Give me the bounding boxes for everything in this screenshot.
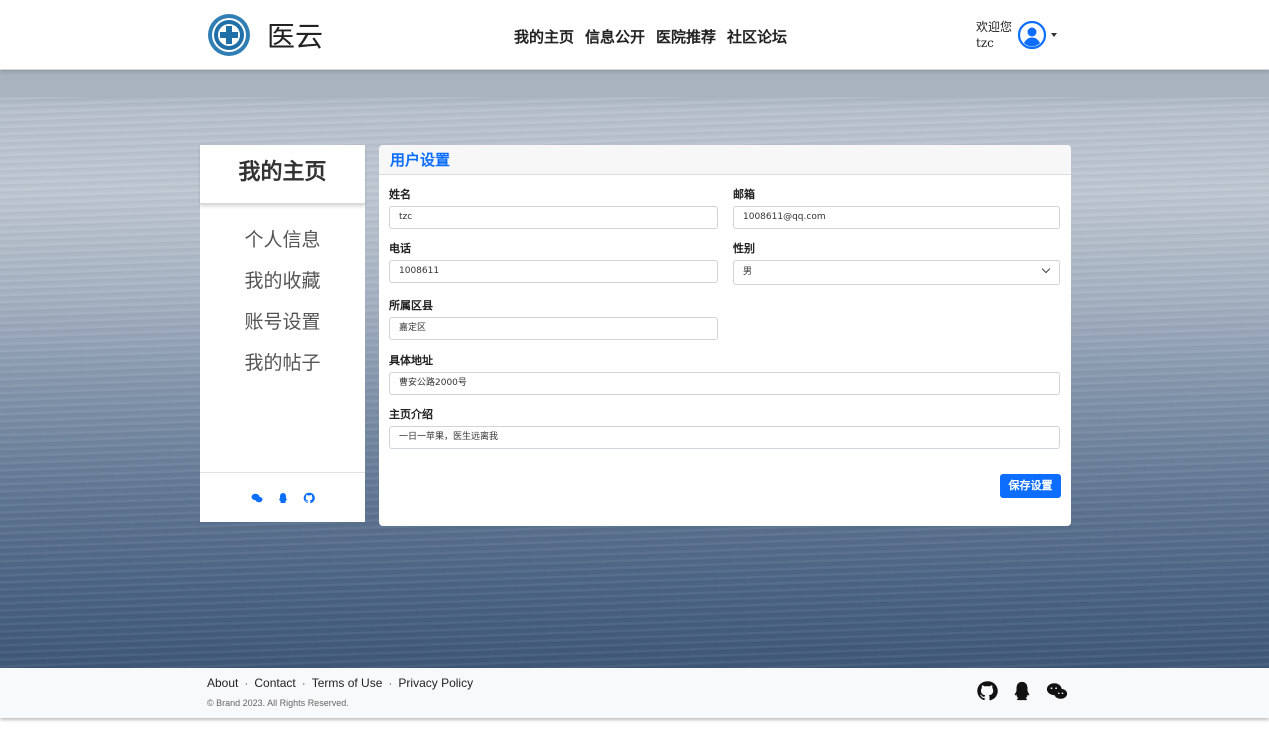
welcome-greeting: 欢迎您 (976, 20, 1013, 34)
github-icon[interactable] (303, 492, 315, 504)
qq-icon[interactable] (1011, 680, 1033, 702)
welcome-text: 欢迎您 tzc (976, 19, 1012, 51)
address-field-group: 具体地址 曹安公路2000号 (389, 352, 1060, 395)
wechat-icon[interactable] (251, 492, 263, 504)
wechat-icon[interactable] (1046, 680, 1068, 702)
chevron-down-icon (1041, 264, 1051, 274)
footer-link-terms[interactable]: Terms of Use (312, 676, 383, 690)
sidebar-item-my-posts[interactable]: 我的帖子 (200, 346, 365, 387)
user-avatar-icon[interactable] (1018, 21, 1046, 49)
sidebar: 我的主页 个人信息 我的收藏 账号设置 我的帖子 (200, 145, 365, 522)
email-input[interactable]: 1008611@qq.com (733, 206, 1060, 229)
gender-label: 性别 (733, 242, 755, 255)
phone-field-group: 电话 1008611 (389, 240, 718, 283)
name-label: 姓名 (389, 188, 411, 201)
nav-item-hospitals[interactable]: 医院推荐 (656, 26, 716, 47)
user-settings-panel: 用户设置 姓名 tzc 邮箱 1008611@qq.com 电话 1008611… (379, 145, 1071, 526)
email-field-group: 邮箱 1008611@qq.com (733, 186, 1060, 229)
gender-selected-value: 男 (743, 267, 753, 277)
nav-item-info[interactable]: 信息公开 (585, 26, 645, 47)
name-input[interactable]: tzc (389, 206, 718, 229)
panel-title: 用户设置 (379, 145, 1071, 175)
welcome-username: tzc (976, 36, 994, 50)
footer-social-icons (976, 680, 1068, 702)
footer-separator: · (301, 676, 306, 690)
sidebar-title: 我的主页 (200, 145, 365, 205)
gender-select[interactable]: 男 (733, 260, 1060, 285)
footer-links: About · Contact · Terms of Use · Privacy… (207, 676, 473, 690)
phone-label: 电话 (389, 242, 411, 255)
brand-logo[interactable]: 医云 (207, 13, 323, 57)
district-label: 所属区县 (389, 299, 433, 312)
footer-separator: · (388, 676, 393, 690)
sidebar-menu: 个人信息 我的收藏 账号设置 我的帖子 (200, 223, 365, 387)
nav-item-forum[interactable]: 社区论坛 (727, 26, 787, 47)
district-input[interactable]: 嘉定区 (389, 317, 718, 340)
intro-field-group: 主页介绍 一日一苹果，医生远离我 (389, 406, 1060, 449)
name-field-group: 姓名 tzc (389, 186, 718, 229)
qq-icon[interactable] (277, 492, 289, 504)
page-footer: About · Contact · Terms of Use · Privacy… (0, 668, 1269, 718)
address-label: 具体地址 (389, 354, 433, 367)
footer-link-about[interactable]: About (207, 676, 238, 690)
nav-item-home[interactable]: 我的主页 (514, 26, 574, 47)
github-icon[interactable] (976, 680, 998, 702)
address-input[interactable]: 曹安公路2000号 (389, 372, 1060, 395)
phone-input[interactable]: 1008611 (389, 260, 718, 283)
main-nav: 我的主页 信息公开 医院推荐 社区论坛 (514, 26, 787, 47)
sidebar-item-profile[interactable]: 个人信息 (200, 223, 365, 264)
sidebar-item-favorites[interactable]: 我的收藏 (200, 264, 365, 305)
sidebar-item-account-settings[interactable]: 账号设置 (200, 305, 365, 346)
intro-input[interactable]: 一日一苹果，医生远离我 (389, 426, 1060, 449)
intro-label: 主页介绍 (389, 408, 433, 421)
gender-field-group: 性别 男 (733, 240, 1060, 285)
user-dropdown-caret-icon[interactable] (1051, 33, 1057, 37)
sidebar-social-links (200, 472, 365, 522)
save-settings-button[interactable]: 保存设置 (1000, 474, 1061, 498)
top-navbar: 医云 我的主页 信息公开 医院推荐 社区论坛 欢迎您 tzc (0, 0, 1269, 70)
email-label: 邮箱 (733, 188, 755, 201)
footer-copyright: © Brand 2023. All Rights Reserved. (207, 698, 349, 708)
brand-name: 医云 (267, 20, 324, 53)
footer-separator: · (244, 676, 249, 690)
footer-link-contact[interactable]: Contact (254, 676, 295, 690)
district-field-group: 所属区县 嘉定区 (389, 297, 718, 340)
medical-cross-logo-icon (208, 14, 250, 56)
footer-link-privacy[interactable]: Privacy Policy (398, 676, 473, 690)
